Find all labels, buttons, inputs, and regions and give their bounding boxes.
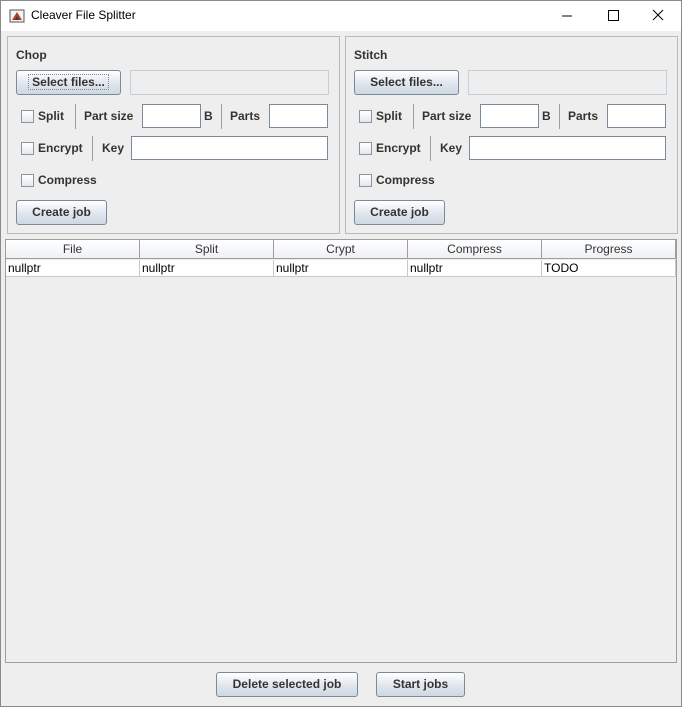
table-cell-compress[interactable]: nullptr <box>408 260 542 277</box>
chop-create-job-label: Create job <box>32 205 91 219</box>
chop-key-label: Key <box>102 141 125 155</box>
stitch-compress-checkbox[interactable] <box>359 174 372 187</box>
start-jobs-label: Start jobs <box>392 677 449 691</box>
column-header-file[interactable]: File <box>6 240 140 259</box>
column-header-progress[interactable]: Progress <box>542 240 676 259</box>
close-button[interactable] <box>635 1 681 31</box>
stitch-key-label: Key <box>440 141 463 155</box>
separator <box>75 104 76 129</box>
chop-select-files-label: Select files... <box>28 74 109 90</box>
stitch-split-checkbox[interactable] <box>359 110 372 123</box>
stitch-split-label: Split <box>376 109 402 123</box>
stitch-file-path-field <box>468 70 667 95</box>
stitch-panel-title: Stitch <box>354 48 388 62</box>
app-window: Cleaver File Splitter Chop Select files.… <box>0 0 682 707</box>
column-header-crypt[interactable]: Crypt <box>274 240 408 259</box>
stitch-part-size-label: Part size <box>422 109 472 123</box>
stitch-unit-label: B <box>542 109 551 123</box>
app-icon <box>9 9 25 23</box>
chop-part-size-input[interactable] <box>142 104 201 128</box>
delete-selected-job-button[interactable]: Delete selected job <box>216 672 358 697</box>
stitch-compress-label: Compress <box>376 173 435 187</box>
maximize-icon <box>608 10 619 21</box>
chop-unit-label: B <box>204 109 213 123</box>
chop-split-label: Split <box>38 109 64 123</box>
chop-parts-label: Parts <box>230 109 261 123</box>
stitch-parts-input[interactable] <box>607 104 666 128</box>
stitch-encrypt-label: Encrypt <box>376 141 421 155</box>
separator <box>559 104 560 129</box>
chop-split-checkbox[interactable] <box>21 110 34 123</box>
delete-selected-job-label: Delete selected job <box>232 677 342 691</box>
minimize-icon <box>562 15 572 17</box>
stitch-select-files-button[interactable]: Select files... <box>354 70 459 95</box>
chop-compress-checkbox[interactable] <box>21 174 34 187</box>
table-cell-split[interactable]: nullptr <box>140 260 274 277</box>
chop-compress-label: Compress <box>38 173 97 187</box>
column-header-compress[interactable]: Compress <box>408 240 542 259</box>
start-jobs-button[interactable]: Start jobs <box>376 672 465 697</box>
window-title: Cleaver File Splitter <box>31 8 136 22</box>
separator <box>221 104 222 129</box>
close-icon <box>652 9 664 21</box>
table-cell-progress[interactable]: TODO <box>542 260 676 277</box>
separator <box>92 136 93 161</box>
stitch-select-files-label: Select files... <box>370 75 443 89</box>
minimize-button[interactable] <box>544 1 590 31</box>
chop-select-files-button[interactable]: Select files... <box>16 70 121 95</box>
stitch-create-job-button[interactable]: Create job <box>354 200 445 225</box>
chop-encrypt-checkbox[interactable] <box>21 142 34 155</box>
table-cell-crypt[interactable]: nullptr <box>274 260 408 277</box>
stitch-encrypt-checkbox[interactable] <box>359 142 372 155</box>
stitch-part-size-input[interactable] <box>480 104 539 128</box>
separator <box>430 136 431 161</box>
chop-file-path-field <box>130 70 329 95</box>
stitch-create-job-label: Create job <box>370 205 429 219</box>
chop-part-size-label: Part size <box>84 109 134 123</box>
jobs-table[interactable]: File Split Crypt Compress Progress nullp… <box>5 239 677 663</box>
chop-create-job-button[interactable]: Create job <box>16 200 107 225</box>
chop-key-input[interactable] <box>131 136 328 160</box>
table-cell-file[interactable]: nullptr <box>6 260 140 277</box>
chop-panel-title: Chop <box>16 48 47 62</box>
chop-panel: Chop Select files... Split Part size B P… <box>7 36 340 234</box>
chop-encrypt-label: Encrypt <box>38 141 83 155</box>
chop-parts-input[interactable] <box>269 104 328 128</box>
stitch-key-input[interactable] <box>469 136 666 160</box>
title-bar: Cleaver File Splitter <box>1 1 681 31</box>
column-header-split[interactable]: Split <box>140 240 274 259</box>
separator <box>413 104 414 129</box>
stitch-panel: Stitch Select files... Split Part size B… <box>345 36 678 234</box>
stitch-parts-label: Parts <box>568 109 599 123</box>
maximize-button[interactable] <box>590 1 636 31</box>
